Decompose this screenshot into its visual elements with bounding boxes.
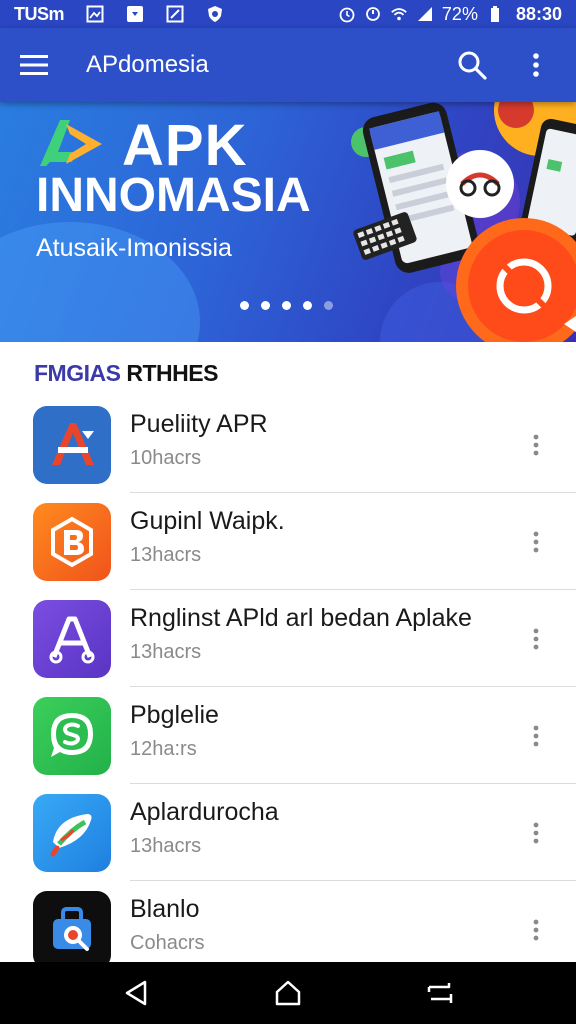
edit-notification-icon [166, 5, 184, 23]
list-item[interactable]: Gupinl Waipk. 13hacrs [0, 493, 576, 590]
app-list: Pueliity APR 10hacrs Gupinl Waipk. 13hac… [0, 396, 576, 978]
item-overflow-button[interactable] [522, 425, 550, 465]
section-heading-rest: RTHHES [120, 360, 218, 386]
list-item[interactable]: Pbglelie 12ha:rs [0, 687, 576, 784]
blue-feather-icon [33, 793, 111, 872]
navigation-bar [0, 962, 576, 1024]
app-name: Rnglinst APld arl bedan Aplake [130, 604, 472, 632]
search-button[interactable] [452, 45, 492, 85]
app-meta: 12ha:rs [130, 738, 197, 760]
more-vert-icon [533, 628, 539, 649]
more-vert-icon [533, 434, 539, 455]
red-a-icon [33, 405, 111, 484]
apk-logo-icon [40, 120, 102, 166]
carousel-dot[interactable] [324, 301, 333, 310]
list-item[interactable]: Rnglinst APld arl bedan Aplake 13hacrs [0, 590, 576, 687]
app-meta: Cohacrs [130, 932, 205, 954]
more-vert-icon [533, 53, 539, 77]
app-name: Blanlo [130, 895, 200, 923]
item-text: Gupinl Waipk. 13hacrs [130, 507, 285, 567]
status-right: 72% 88:30 [338, 4, 562, 25]
item-overflow-button[interactable] [522, 522, 550, 562]
app-bar: APdomesia [0, 28, 576, 102]
orange-b-icon [33, 502, 111, 581]
back-triangle-icon [125, 980, 147, 1006]
item-overflow-button[interactable] [522, 910, 550, 950]
item-text: Pueliity APR 10hacrs [130, 410, 268, 470]
search-icon [458, 51, 487, 80]
recents-icon [427, 983, 453, 1003]
recents-button[interactable] [416, 969, 464, 1017]
back-button[interactable] [112, 969, 160, 1017]
battery-percent: 72% [441, 3, 478, 24]
item-text: Pbglelie 12ha:rs [130, 701, 219, 761]
app-bar-actions [452, 45, 556, 85]
section-heading-accent: FMGIAS [34, 360, 121, 386]
carousel-dot[interactable] [261, 301, 270, 310]
list-item[interactable]: Aplardurocha 13hacrs [0, 784, 576, 881]
item-overflow-button[interactable] [522, 619, 550, 659]
purple-a-icon [33, 599, 111, 678]
promo-banner[interactable]: APK INNOMASIA Atusaik-Imonissia [0, 102, 576, 342]
app-meta: 13hacrs [130, 544, 202, 566]
more-vert-icon [533, 725, 539, 746]
carousel-dot[interactable] [282, 301, 291, 310]
item-text: Blanlo Cohacrs [130, 895, 204, 955]
app-meta: 13hacrs [130, 641, 202, 663]
item-text: Aplardurocha 13hacrs [130, 798, 279, 858]
app-title: APdomesia [86, 51, 209, 78]
menu-button[interactable] [20, 45, 60, 85]
app-meta: 13hacrs [130, 835, 202, 857]
carousel-dots [240, 301, 333, 310]
battery-icon [486, 5, 504, 23]
green-chat-icon [33, 696, 111, 775]
shield-notification-icon [206, 5, 224, 23]
clock-time: 88:30 [515, 3, 562, 24]
more-vert-icon [533, 822, 539, 843]
app-name: Gupinl Waipk. [130, 507, 285, 535]
more-vert-icon [533, 531, 539, 552]
app-meta: 10hacrs [130, 447, 202, 469]
carousel-dot[interactable] [303, 301, 312, 310]
banner-headline-line2: INNOMASIA [36, 169, 311, 222]
list-item[interactable]: Pueliity APR 10hacrs [0, 396, 576, 493]
banner-subtitle: Atusaik-Imonissia [36, 234, 232, 262]
app-name: Pueliity APR [130, 410, 268, 438]
black-bag-icon [33, 890, 111, 969]
signal-icon [416, 5, 434, 23]
alarm-icon [338, 5, 356, 23]
carousel-dot[interactable] [240, 301, 249, 310]
section-heading: FMGIAS RTHHES [34, 360, 218, 387]
vibrate-icon [364, 5, 382, 23]
download-notification-icon [126, 5, 144, 23]
wifi-icon [390, 5, 408, 23]
more-options-button[interactable] [516, 45, 556, 85]
carrier-label: TUSm [14, 3, 65, 24]
hamburger-menu-icon [20, 55, 48, 75]
home-button[interactable] [264, 969, 312, 1017]
status-bar: TUSm 72% 88:30 [0, 0, 576, 28]
banner-illustration [351, 102, 576, 342]
app-name: Pbglelie [130, 701, 219, 729]
item-text: Rnglinst APld arl bedan Aplake 13hacrs [130, 604, 472, 664]
app-name: Aplardurocha [130, 798, 279, 826]
status-left: TUSm [14, 4, 224, 25]
home-icon [275, 980, 301, 1006]
item-overflow-button[interactable] [522, 716, 550, 756]
gallery-notification-icon [86, 5, 104, 23]
item-overflow-button[interactable] [522, 813, 550, 853]
more-vert-icon [533, 919, 539, 940]
